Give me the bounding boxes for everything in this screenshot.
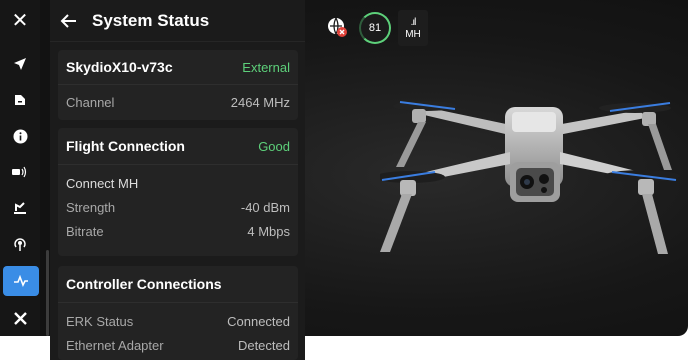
- channel-value: 2464 MHz: [230, 94, 290, 110]
- wireless-icon: [14, 238, 26, 251]
- back-button[interactable]: [58, 10, 80, 32]
- signal-badge[interactable]: .ıl MH: [398, 10, 428, 46]
- battery-badge[interactable]: 81: [359, 12, 391, 44]
- rail-item-system-status[interactable]: [3, 266, 39, 296]
- rail-item-info[interactable]: [0, 118, 40, 154]
- controller-connections-title: Controller Connections: [66, 276, 222, 292]
- close-button[interactable]: ✕: [0, 2, 40, 38]
- page-title: System Status: [92, 11, 210, 30]
- strength-label: Strength: [66, 199, 116, 215]
- channel-label: Channel: [66, 94, 115, 110]
- signal-bars-icon: .ıl: [410, 16, 417, 28]
- aircraft-card-header: SkydioX10-v73c External: [58, 50, 298, 84]
- aircraft-status: External: [242, 59, 290, 75]
- rail-item-camera-signal[interactable]: [0, 154, 40, 190]
- close-icon: ✕: [11, 9, 29, 32]
- connect-mh-row: Connect MH: [58, 171, 298, 195]
- ethernet-adapter-row: Ethernet Adapter Detected: [58, 333, 298, 357]
- camera-signal-icon: [12, 166, 27, 178]
- erk-status-label: ERK Status: [66, 313, 134, 329]
- rail-scrollbar[interactable]: [46, 250, 49, 336]
- bitrate-value: 4 Mbps: [247, 223, 290, 239]
- strength-row: Strength -40 dBm: [58, 195, 298, 219]
- rail-item-files[interactable]: [0, 82, 40, 118]
- rail-item-wireless[interactable]: [0, 226, 40, 262]
- rail-item-navigation[interactable]: [0, 46, 40, 82]
- connect-mh-label: Connect MH: [66, 175, 139, 191]
- flight-connection-title: Flight Connection: [66, 138, 185, 154]
- ethernet-adapter-label: Ethernet Adapter: [66, 337, 164, 353]
- signal-label: MH: [405, 28, 421, 40]
- system-status-panel: System Status SkydioX10-v73c External Ch…: [50, 0, 305, 360]
- aircraft-name: SkydioX10-v73c: [66, 59, 173, 75]
- tools-icon: [13, 311, 27, 325]
- flight-connection-header: Flight Connection Good: [58, 128, 298, 164]
- bitrate-label: Bitrate: [66, 223, 104, 239]
- strength-value: -40 dBm: [240, 199, 290, 215]
- panel-header: System Status: [50, 0, 305, 42]
- gps-warning-icon[interactable]: [326, 16, 348, 38]
- pulse-icon: [14, 275, 28, 287]
- info-icon: [13, 129, 27, 143]
- ethernet-adapter-value: Detected: [237, 337, 290, 353]
- navigation-arrow-icon: [14, 58, 26, 70]
- left-rail: ✕: [0, 0, 40, 336]
- erk-status-row: ERK Status Connected: [58, 309, 298, 333]
- controller-connections-header: Controller Connections: [58, 266, 298, 302]
- file-icon: [15, 95, 25, 105]
- drone-image: [380, 101, 680, 254]
- rail-item-landing[interactable]: [0, 190, 40, 226]
- channel-row: Channel 2464 MHz: [58, 85, 298, 119]
- erk-status-value: Connected: [227, 313, 290, 329]
- rail-item-tools[interactable]: [0, 300, 40, 336]
- aircraft-card: SkydioX10-v73c External Channel 2464 MHz: [58, 50, 298, 120]
- landing-icon: [14, 202, 26, 214]
- flight-connection-status: Good: [258, 138, 290, 154]
- battery-value: 81: [368, 22, 382, 34]
- arrow-left-icon: [60, 14, 76, 28]
- flight-connection-card: Flight Connection Good Connect MH Streng…: [58, 128, 298, 256]
- bitrate-row: Bitrate 4 Mbps: [58, 219, 298, 243]
- controller-connections-card: Controller Connections ERK Status Connec…: [58, 266, 298, 360]
